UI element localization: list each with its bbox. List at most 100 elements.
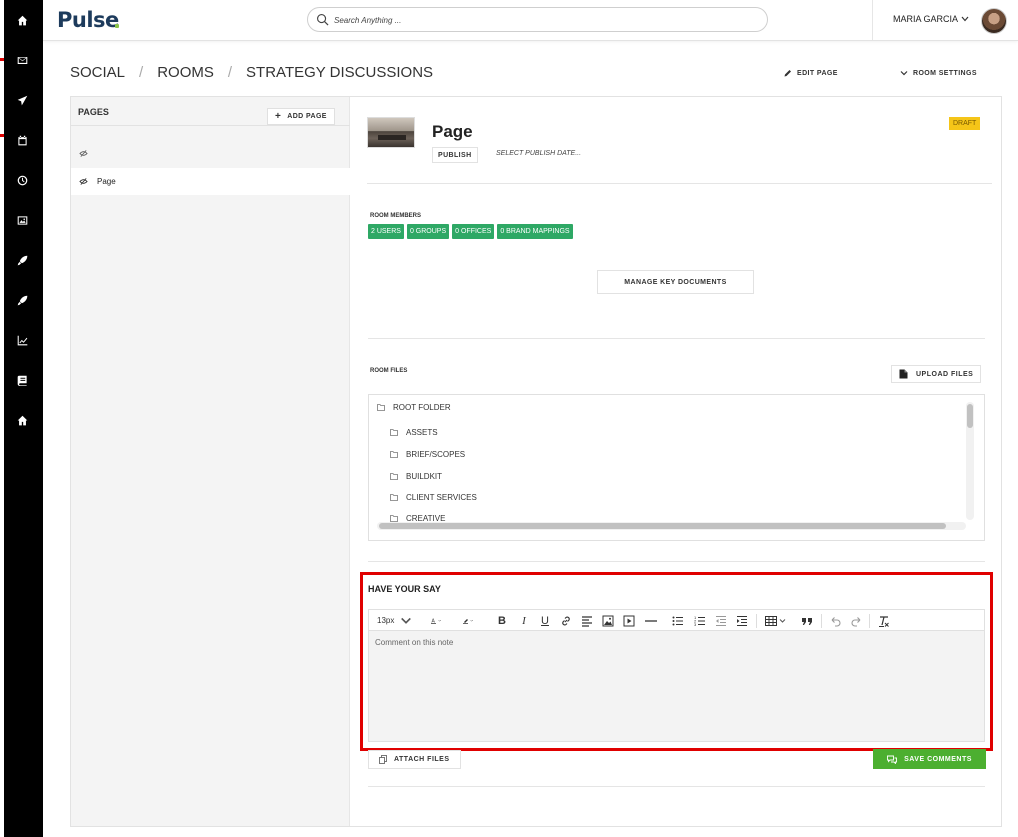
horizontal-rule-icon[interactable] [644,613,658,628]
rail-edge-mark [0,134,4,137]
divider [368,338,985,339]
outdent-icon[interactable] [714,613,728,628]
breadcrumb-separator: / [139,64,144,81]
pencil-icon [784,70,791,77]
folder-icon [390,429,398,436]
scrollbar-thumb[interactable] [967,404,973,428]
folder-icon [390,473,398,480]
image-icon[interactable] [14,212,30,228]
offices-badge[interactable]: 0 OFFICES [452,224,495,239]
save-comments-button[interactable]: SAVE COMMENTS [873,749,986,769]
chevron-down-icon [401,617,412,624]
have-your-say-title: HAVE YOUR SAY [368,584,441,594]
link-icon[interactable] [559,613,573,628]
attach-files-label: ATTACH FILES [394,756,450,763]
bullet-list-icon[interactable] [671,613,685,628]
svg-text:3: 3 [694,622,697,627]
users-badge[interactable]: 2 USERS [368,224,404,239]
comment-editor[interactable] [368,630,985,742]
home-icon[interactable] [14,12,30,28]
room-settings-button[interactable]: ROOM SETTINGS [900,69,977,77]
tree-folder[interactable]: ASSETS [390,428,438,437]
italic-icon[interactable]: I [517,613,531,628]
horizontal-scrollbar[interactable] [377,522,966,530]
font-color-button[interactable]: A [425,613,449,628]
attach-files-button[interactable]: ATTACH FILES [368,750,461,769]
clear-formatting-icon[interactable] [877,613,891,628]
indent-icon[interactable] [735,613,749,628]
highlight-color-button[interactable] [457,613,481,628]
bold-icon[interactable]: B [495,613,509,628]
room-members-label: ROOM MEMBERS [370,213,421,219]
file-icon [899,369,908,379]
manage-key-documents-button[interactable]: MANAGE KEY DOCUMENTS [597,270,754,294]
toolbar-separator [821,614,822,628]
vertical-scrollbar[interactable] [966,402,974,520]
save-comments-label: SAVE COMMENTS [904,755,972,763]
divider [368,561,985,562]
tree-folder[interactable]: BUILDKIT [390,472,442,481]
groups-badge[interactable]: 0 GROUPS [406,224,450,239]
upload-files-button[interactable]: UPLOAD FILES [891,365,982,383]
edit-page-button[interactable]: EDIT PAGE [784,69,838,77]
align-icon[interactable] [580,613,594,628]
breadcrumb-rooms[interactable]: ROOMS [157,64,214,81]
clock-icon[interactable] [14,172,30,188]
rocket-icon[interactable] [14,252,30,268]
copy-icon [379,755,387,764]
divider [71,125,350,126]
add-page-button[interactable]: + ADD PAGE [267,108,335,125]
publish-date-picker[interactable]: SELECT PUBLISH DATE... [496,150,581,157]
divider [367,183,992,184]
member-badges: 2 USERS 0 GROUPS 0 OFFICES 0 BRAND MAPPI… [368,224,573,239]
undo-icon[interactable] [828,613,842,628]
scrollbar-thumb[interactable] [379,523,946,529]
publish-button[interactable]: PUBLISH [432,147,478,163]
home-alt-icon[interactable] [14,412,30,428]
blockquote-icon[interactable] [800,613,814,628]
page-list-item[interactable]: Page [71,168,350,195]
comments-icon [887,755,898,764]
user-name: MARIA GARCIA [893,14,959,24]
tree-folder[interactable]: BRIEF/SCOPES [390,450,465,459]
search-input[interactable] [334,12,754,28]
calendar-icon[interactable] [14,132,30,148]
mail-icon[interactable] [14,52,30,68]
page-thumbnail[interactable] [367,117,415,148]
tree-folder-root[interactable]: ROOT FOLDER [377,403,451,412]
breadcrumb-social[interactable]: SOCIAL [70,64,125,81]
user-menu[interactable]: MARIA GARCIA [893,14,969,24]
text-color-icon: A [431,618,442,624]
breadcrumb-strategy-discussions: STRATEGY DISCUSSIONS [246,64,434,81]
page-list-item[interactable] [71,140,350,167]
rail-edge-mark [0,58,4,61]
editor-toolbar: 13px A B I U 123 [368,609,985,630]
redo-icon[interactable] [850,613,864,628]
avatar[interactable] [981,8,1007,34]
plus-icon: + [275,111,282,122]
search-box[interactable] [307,7,768,32]
comment-input[interactable] [369,631,984,741]
numbered-list-icon[interactable]: 123 [693,613,707,628]
pulse-logo[interactable]: Pulse [57,8,119,32]
main-frame: PAGES + ADD PAGE Page Page PUBLISH SELEC… [70,96,1002,827]
book-icon[interactable] [14,372,30,388]
left-rail [0,0,43,837]
rocket-alt-icon[interactable] [14,292,30,308]
pages-title: PAGES [78,107,109,117]
add-page-label: ADD PAGE [287,113,327,120]
font-size-select[interactable]: 13px [377,613,412,628]
insert-image-icon[interactable] [601,613,615,628]
brand-mappings-badge[interactable]: 0 BRAND MAPPINGS [497,224,573,239]
folder-icon [377,404,385,411]
chart-icon[interactable] [14,332,30,348]
underline-icon[interactable]: U [538,613,552,628]
page-list-item-label: Page [97,177,116,186]
table-icon[interactable] [765,613,789,628]
send-icon[interactable] [14,92,30,108]
tree-folder[interactable]: CLIENT SERVICES [390,493,477,502]
tree-folder-label: BUILDKIT [406,472,443,481]
rail-edge [0,0,4,837]
breadcrumb-separator: / [227,64,233,81]
insert-media-icon[interactable] [622,613,636,628]
